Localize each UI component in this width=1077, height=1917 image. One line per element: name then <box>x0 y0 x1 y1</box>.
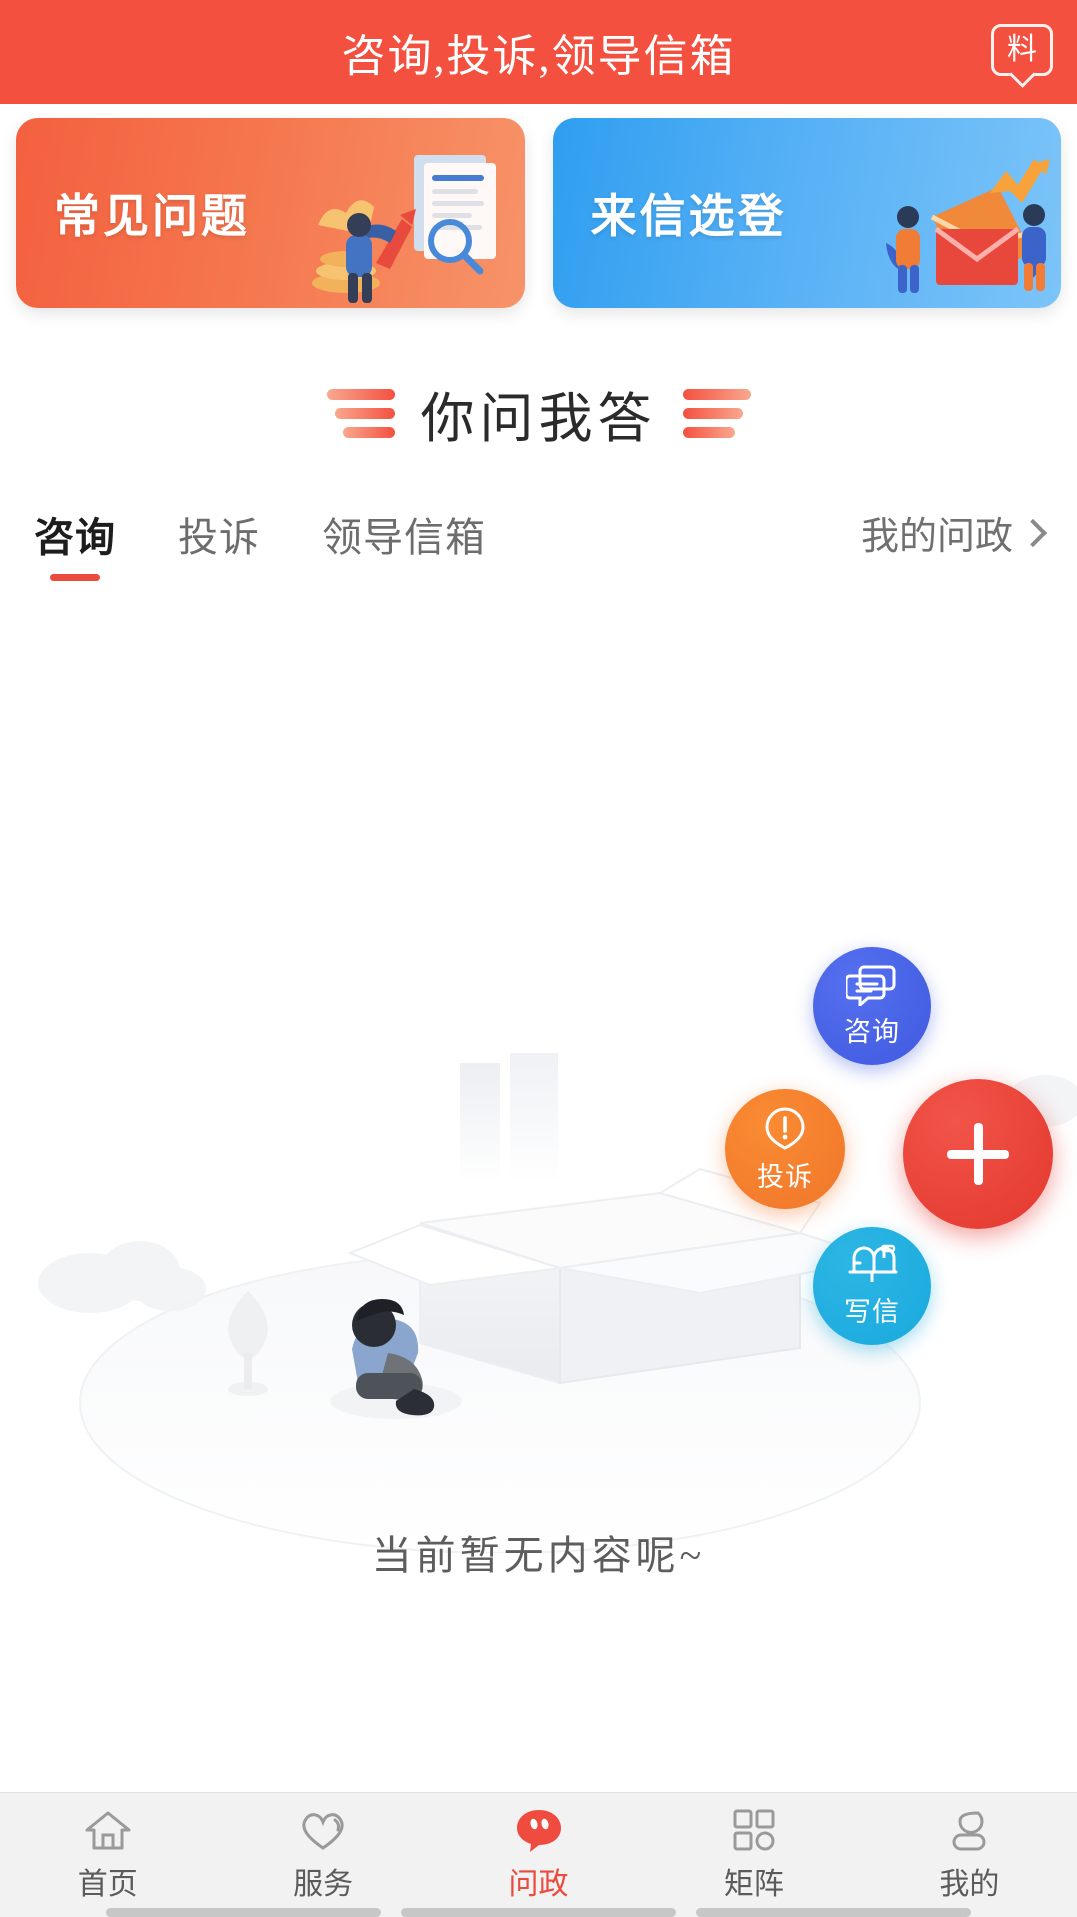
banner-faq[interactable]: 常见问题 <box>16 118 525 308</box>
nav-item-mine[interactable]: 我的 <box>862 1793 1077 1917</box>
nav-item-inquiry-label: 问政 <box>508 1868 569 1901</box>
content-area: 当前暂无内容呢~ 咨询 投诉 写信 <box>0 583 1077 1623</box>
nav-item-mine-label: 我的 <box>939 1868 1000 1901</box>
tab-bar: 咨询 投诉 领导信箱 我的问政 <box>0 505 1077 583</box>
app-header: 咨询,投诉,领导信箱 料 <box>0 0 1077 104</box>
nav-item-home[interactable]: 首页 <box>0 1793 215 1917</box>
speech-bubble-icon: 料 <box>991 24 1053 76</box>
home-indicator-bar <box>696 1908 971 1917</box>
heart-icon <box>297 1807 349 1853</box>
nav-item-home-label: 首页 <box>77 1868 138 1901</box>
banner-row: 常见问题 来信选登 <box>0 104 1077 308</box>
fab-complaint[interactable]: 投诉 <box>725 1089 845 1209</box>
nav-item-matrix[interactable]: 矩阵 <box>646 1793 861 1917</box>
fab-complaint-label: 投诉 <box>757 1161 813 1192</box>
fab-cluster: 咨询 投诉 写信 <box>717 583 1077 1623</box>
tab-list: 咨询 投诉 领导信箱 <box>34 505 486 583</box>
nav-item-service-label: 服务 <box>293 1868 354 1901</box>
faq-illustration <box>311 155 496 303</box>
grid-icon <box>728 1807 780 1853</box>
home-indicator <box>0 1908 1077 1917</box>
section-title-text: 你问我答 <box>420 389 657 449</box>
nav-item-inquiry[interactable]: 问政 <box>431 1793 646 1917</box>
plus-icon <box>947 1123 1009 1185</box>
home-indicator-bar <box>401 1908 676 1917</box>
banner-selected-letters[interactable]: 来信选登 <box>552 118 1061 308</box>
my-inquiries-link[interactable]: 我的问政 <box>860 505 1048 560</box>
fab-consult[interactable]: 咨询 <box>813 947 931 1065</box>
tab-consult[interactable]: 咨询 <box>34 505 116 583</box>
tab-complaint[interactable]: 投诉 <box>178 505 260 583</box>
mailbox-icon <box>848 1244 898 1282</box>
page-title: 咨询,投诉,领导信箱 <box>341 32 736 81</box>
person-icon <box>943 1807 995 1853</box>
decor-bars-right-icon <box>682 389 751 438</box>
home-indicator-bar <box>106 1908 381 1917</box>
tab-mailbox[interactable]: 领导信箱 <box>322 505 486 583</box>
home-icon <box>82 1807 134 1853</box>
fab-consult-label: 咨询 <box>844 1016 900 1047</box>
materials-icon-label: 料 <box>1007 33 1037 66</box>
chevron-right-icon <box>1018 518 1048 547</box>
decor-bars-left-icon <box>326 389 395 438</box>
warning-pin-icon <box>765 1106 805 1150</box>
letters-illustration <box>886 159 1050 293</box>
banner-faq-label: 常见问题 <box>54 190 250 242</box>
my-inquiries-label: 我的问政 <box>860 516 1013 558</box>
chat-bubble-icon <box>846 965 896 1006</box>
fab-write-letter[interactable]: 写信 <box>813 1227 931 1345</box>
section-header: 你问我答 <box>0 374 1077 453</box>
fab-add-main[interactable] <box>903 1079 1053 1229</box>
materials-button[interactable]: 料 <box>991 24 1053 80</box>
bottom-navigation: 首页 服务 问政 矩阵 我的 <box>0 1792 1077 1917</box>
fab-write-letter-label: 写信 <box>844 1296 900 1327</box>
chat-icon <box>513 1807 565 1853</box>
banner-selected-letters-label: 来信选登 <box>590 190 787 242</box>
nav-item-service[interactable]: 服务 <box>215 1793 430 1917</box>
nav-item-matrix-label: 矩阵 <box>723 1868 784 1901</box>
